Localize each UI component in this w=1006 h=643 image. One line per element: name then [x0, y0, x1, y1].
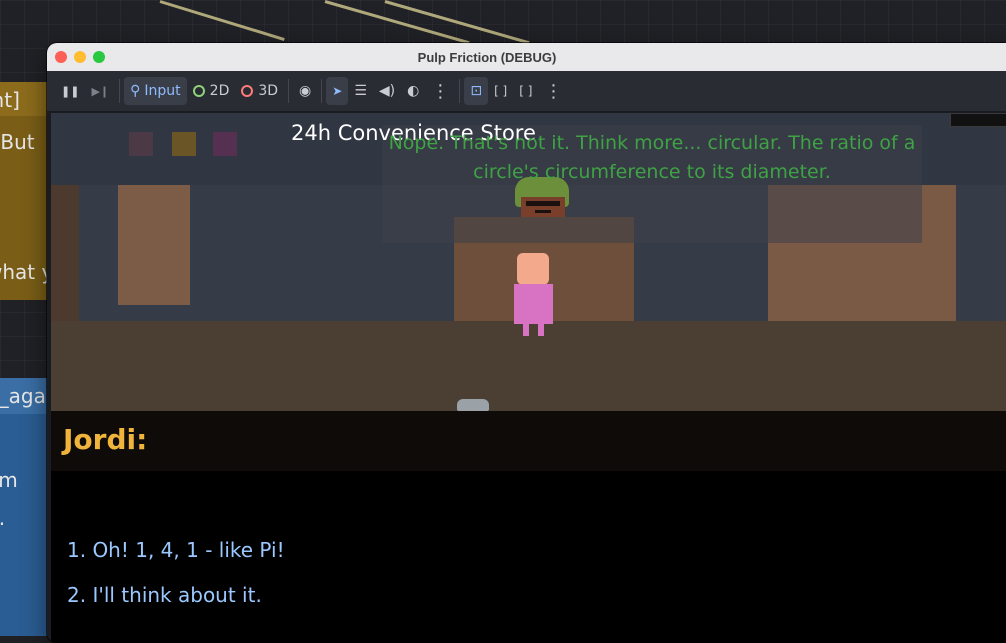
toolbar-divider — [321, 79, 323, 103]
player-character-body — [514, 284, 553, 324]
shelf-item — [129, 132, 153, 156]
shopkeeper-mouth — [535, 210, 551, 213]
player-character-head — [517, 253, 549, 285]
pointer-icon: ➤ — [332, 84, 343, 98]
player-character-leg — [538, 324, 544, 336]
toolbar-divider — [119, 79, 121, 103]
floor-object — [457, 399, 489, 411]
mode-2d-button[interactable]: 2D — [187, 77, 236, 105]
circle-2d-icon — [192, 85, 205, 97]
graph-node-blue[interactable]: n_aga em ... — [0, 378, 52, 636]
dialogue-choice-1[interactable]: 1. Oh! 1, 4, 1 - like Pi! — [67, 538, 285, 562]
close-window-button[interactable] — [55, 51, 67, 63]
debug-toolbar: ❚❚ ▶❙ ⚲ Input 2D 3D ◉ ➤ ☰ ◀) ◐ ⋮ ⊡ [] [… — [47, 71, 1006, 111]
player-character-leg — [523, 324, 529, 336]
debug-hud-box — [950, 113, 1006, 127]
graph-node-title: n_aga — [0, 384, 46, 408]
shelf-item — [213, 132, 237, 156]
graph-node-title: int] — [0, 88, 20, 112]
eye-icon: ◉ — [299, 83, 312, 99]
list-select-button[interactable]: ☰ — [348, 77, 373, 105]
graph-node-text: em — [0, 468, 18, 492]
pause-button[interactable]: ❚❚ — [55, 77, 85, 105]
store-scene: 24h Convenience Store Nope. That's not i… — [51, 113, 1006, 411]
dialogue-speaker-bar — [51, 411, 1006, 471]
camera-override-button[interactable]: ⊡ — [464, 77, 489, 105]
more-options-button-2[interactable]: ⋮ — [538, 77, 568, 105]
input-mode-button[interactable]: ⚲ Input — [124, 77, 187, 105]
fullscreen-button[interactable]: [ ] — [488, 77, 513, 105]
more-vertical-icon: ⋮ — [544, 80, 563, 102]
more-vertical-icon: ⋮ — [431, 80, 450, 102]
camera-icon: ◐ — [407, 83, 420, 99]
graph-node-yellow[interactable]: int] ! But what y — [0, 82, 52, 300]
step-frame-button[interactable]: ▶❙ — [85, 77, 115, 105]
step-forward-icon: ▶❙ — [91, 84, 110, 98]
fullscreen-icon: [ ] — [494, 84, 508, 98]
mode-3d-label: 3D — [258, 83, 279, 99]
window-titlebar[interactable]: Pulp Friction (DEBUG) — [47, 43, 1006, 71]
expand-button[interactable]: [ ] — [513, 77, 538, 105]
minimize-window-button[interactable] — [74, 51, 86, 63]
store-door — [51, 185, 79, 321]
input-mode-label: Input — [144, 83, 181, 99]
list-select-icon: ☰ — [354, 83, 367, 99]
audio-button[interactable]: ◀) — [373, 77, 401, 105]
shelf-item — [172, 132, 196, 156]
camera-override-icon: ⊡ — [470, 83, 483, 99]
dialogue-speaker-name: Jordi: — [63, 423, 148, 456]
select-button[interactable]: ➤ — [326, 77, 349, 105]
input-icon: ⚲ — [130, 83, 141, 99]
game-debug-window: Pulp Friction (DEBUG) ❚❚ ▶❙ ⚲ Input 2D 3… — [47, 43, 1006, 643]
camera-button[interactable]: ◐ — [401, 77, 425, 105]
hint-text: Nope. That's not it. Think more... circu… — [388, 132, 916, 183]
shopkeeper-npc-face — [521, 197, 565, 217]
pause-icon: ❚❚ — [61, 84, 80, 98]
window-title: Pulp Friction (DEBUG) — [417, 49, 557, 65]
store-shelf-left — [118, 185, 190, 305]
mode-3d-button[interactable]: 3D — [235, 77, 284, 105]
toolbar-divider — [459, 79, 461, 103]
game-viewport[interactable]: 24h Convenience Store Nope. That's not i… — [51, 113, 1006, 643]
shopkeeper-glasses — [526, 201, 560, 206]
graph-node-text: what y — [0, 260, 52, 284]
dialogue-choice-2[interactable]: 2. I'll think about it. — [67, 583, 262, 607]
toolbar-divider — [288, 79, 290, 103]
visibility-button[interactable]: ◉ — [293, 77, 317, 105]
graph-node-text: ! But — [0, 130, 35, 154]
circle-3d-icon — [241, 85, 254, 97]
expand-icon: [ ] — [519, 84, 533, 98]
mode-2d-label: 2D — [209, 83, 230, 99]
graph-node-text: ... — [0, 506, 5, 530]
more-options-button-1[interactable]: ⋮ — [425, 77, 455, 105]
maximize-window-button[interactable] — [93, 51, 105, 63]
speaker-icon: ◀) — [378, 83, 396, 99]
